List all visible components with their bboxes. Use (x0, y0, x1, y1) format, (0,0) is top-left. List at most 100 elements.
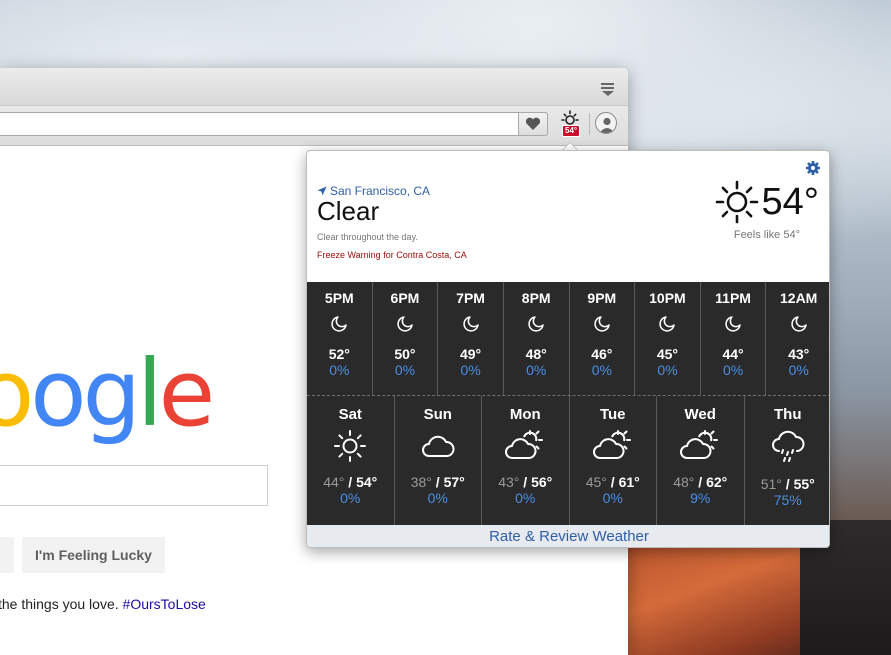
toolbar-divider (589, 113, 590, 135)
temp-range: 43° / 56° (482, 474, 569, 490)
bookmark-button[interactable] (518, 112, 548, 136)
hour-precip: 0% (329, 362, 350, 378)
day-label: Sat (338, 406, 362, 423)
hour-label: 6PM (390, 290, 420, 306)
hour-temp: 46° (591, 346, 613, 362)
rate-review-link[interactable]: Rate & Review Weather (307, 525, 829, 547)
temp-separator: / (694, 474, 707, 490)
hour-precip: 0% (591, 362, 612, 378)
day-precip: 9% (690, 490, 711, 506)
feeling-lucky-button[interactable]: I'm Feeling Lucky (22, 537, 165, 573)
moon-icon (307, 306, 372, 338)
temperature-badge: 54° (562, 125, 581, 137)
temp-separator: / (606, 474, 619, 490)
hour-precip: 0% (722, 362, 744, 378)
daily-cell: Tue 45° / 61° 0% (570, 396, 657, 525)
daily-cell: Wed 48° / 62° 9% (657, 396, 745, 525)
hour-temp: 43° (788, 346, 810, 362)
weather-popup: San Francisco, CA Clear Clear throughout… (306, 150, 830, 548)
temp-range: 38° / 57° (395, 474, 482, 490)
weather-extension-button[interactable]: 54° (558, 109, 584, 139)
hour-temp: 52° (328, 346, 350, 362)
moon-icon (635, 306, 700, 338)
moon-icon (438, 306, 503, 338)
day-label: Thu (774, 406, 802, 423)
hour-label: 5PM (324, 290, 354, 306)
temp-separator: / (781, 476, 794, 492)
temp-range: 48° / 62° (657, 474, 744, 490)
day-precip: 0% (427, 490, 448, 506)
hourly-cell: 12AM 43° 0% (766, 282, 829, 395)
hour-temp: 50° (394, 346, 416, 362)
daily-cell: Sun 38° / 57° 0% (395, 396, 482, 525)
hour-precip: 0% (460, 362, 481, 378)
menu-icon[interactable] (601, 83, 614, 98)
browser-titlebar (0, 68, 628, 106)
hourly-cell: 10PM 45° 0% (635, 282, 701, 395)
hour-precip: 0% (394, 362, 416, 378)
moon-icon (373, 306, 438, 338)
footer-link[interactable]: #OursToLose (123, 596, 206, 612)
search-input[interactable] (0, 465, 268, 506)
hourly-forecast: 5PM 52° 0% 6PM 50° 0% 7PM 49° 0% 8PM 48° 0% 9PM 46° 0%… (307, 282, 829, 396)
current-temperature: 54° (714, 179, 819, 225)
moon-icon (766, 306, 829, 338)
daily-cell: Mon 43° / 56° 0% (482, 396, 570, 525)
high-temp: 61° (618, 474, 640, 490)
hourly-cell: 11PM 44° 0% (701, 282, 767, 395)
day-label: Tue (599, 406, 626, 423)
location-arrow-icon (317, 186, 327, 196)
hour-label: 9PM (587, 290, 617, 306)
partly-cloudy-icon (657, 423, 744, 468)
daily-forecast: Sat 44° / 54° 0% Sun 38° / 57° 0% Mon 43° / 56°… (307, 396, 830, 525)
footer-text: the things you love. (0, 596, 123, 612)
day-label: Mon (509, 406, 541, 423)
hourly-cell: 7PM 49° 0% (438, 282, 504, 395)
hour-temp: 45° (656, 346, 679, 362)
moon-icon (570, 306, 635, 338)
moon-icon (701, 306, 766, 338)
browser-toolbar: 54° (0, 106, 628, 146)
weather-alert[interactable]: Freeze Warning for Contra Costa, CA (317, 250, 467, 260)
temp-range: 44° / 54° (307, 474, 394, 490)
temp-range: 45° / 61° (570, 474, 657, 490)
account-icon[interactable] (595, 112, 617, 134)
moon-icon (504, 306, 569, 338)
low-temp: 48° (673, 474, 695, 490)
summary-text: Clear throughout the day. (317, 232, 418, 242)
sun-icon (715, 180, 758, 224)
address-bar[interactable] (0, 112, 548, 136)
high-temp: 57° (443, 474, 465, 490)
hour-precip: 0% (788, 362, 809, 378)
hour-temp: 48° (525, 346, 547, 362)
day-precip: 0% (515, 490, 536, 506)
cloud-icon (395, 423, 482, 468)
condition-text: Clear (317, 196, 380, 226)
day-precip: 75% (773, 492, 802, 508)
low-temp: 44° (323, 474, 345, 490)
sun-icon (307, 423, 394, 468)
gear-icon[interactable] (805, 160, 821, 176)
current-temp-value: 54° (761, 180, 819, 223)
hour-temp: 49° (459, 346, 482, 362)
temp-separator: / (519, 474, 532, 490)
day-label: Sun (423, 406, 452, 423)
hour-label: 7PM (456, 290, 485, 306)
partly-cloudy-icon (570, 423, 657, 468)
low-temp: 51° (760, 476, 782, 492)
high-temp: 62° (706, 474, 728, 490)
daily-cell: Sat 44° / 54° 0% (307, 396, 395, 525)
google-search-button[interactable] (0, 537, 14, 573)
hourly-cell: 9PM 46° 0% (570, 282, 636, 395)
temp-separator: / (344, 474, 357, 490)
hour-precip: 0% (526, 362, 547, 378)
hour-label: 11PM (715, 290, 751, 306)
hourly-cell: 6PM 50° 0% (373, 282, 439, 395)
current-conditions: San Francisco, CA Clear Clear throughout… (307, 151, 829, 282)
low-temp: 45° (585, 474, 607, 490)
google-logo: oogle (0, 340, 215, 447)
hour-label: 10PM (649, 290, 686, 306)
hour-label: 12AM (780, 290, 818, 306)
footer-promo: the things you love. #OursToLose (0, 596, 206, 612)
temp-range: 51° / 55° (745, 476, 830, 492)
